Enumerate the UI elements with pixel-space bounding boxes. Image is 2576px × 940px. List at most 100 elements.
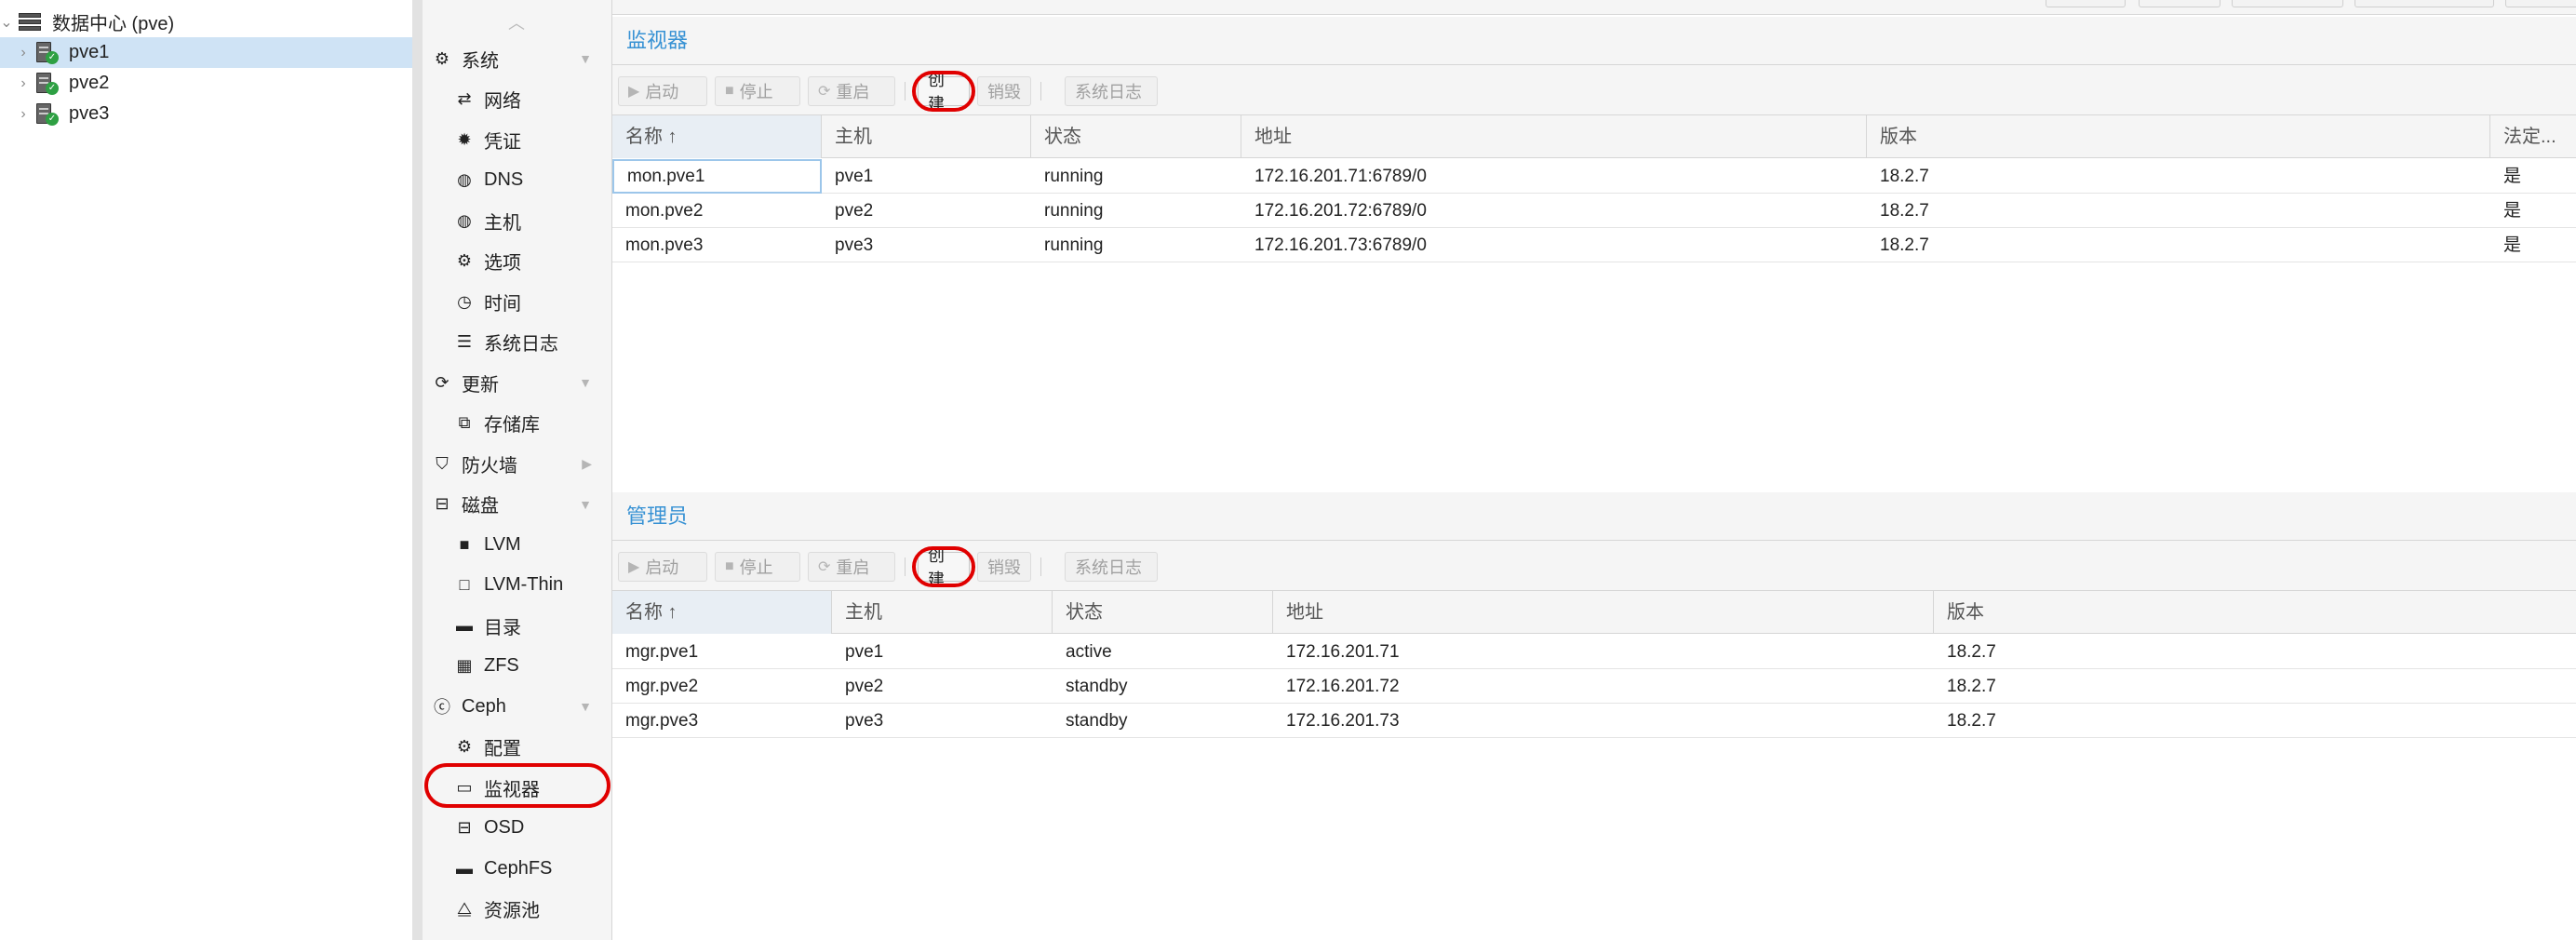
nav-item-lvm[interactable]: ■ LVM — [423, 526, 612, 563]
column-header-version[interactable]: 版本 — [1934, 591, 2576, 634]
header-button[interactable] — [2139, 0, 2220, 7]
nav-item-zfs[interactable]: ▦ ZFS — [423, 648, 612, 685]
nav-item-pools[interactable]: ⧋ 资源池 — [423, 891, 612, 928]
tree-node-label: pve1 — [69, 42, 110, 62]
expand-icon[interactable]: › — [17, 106, 30, 123]
table-row[interactable]: mon.pve1 pve1 running 172.16.201.71:6789/0 1… — [612, 159, 2576, 194]
shield-icon: ⛉ — [436, 453, 449, 473]
nav-item-time[interactable]: ◷ 时间 — [423, 283, 612, 320]
table-row[interactable]: mgr.pve3 pve3 standby 172.16.201.73 18.2.7 — [612, 704, 2576, 738]
nav-item-label: 监视器 — [484, 779, 540, 800]
caret-down-icon[interactable]: ▼ — [579, 699, 592, 714]
start-button[interactable]: ▶ 启动 — [618, 552, 707, 582]
tree-node-pve1[interactable]: › ✓ pve1 — [0, 37, 412, 68]
caret-down-icon[interactable]: ▼ — [579, 375, 592, 390]
syslog-button[interactable]: 系统日志 — [1065, 552, 1158, 582]
tree-node-pve2[interactable]: › ✓ pve2 — [0, 68, 412, 99]
column-header-host[interactable]: 主机 — [822, 115, 1031, 158]
tree-datacenter[interactable]: ⌄ 数据中心 (pve) — [0, 7, 412, 37]
panel-splitter[interactable] — [412, 0, 423, 940]
table-cell: active — [1066, 642, 1112, 662]
column-header-host[interactable]: 主机 — [832, 591, 1053, 634]
expand-icon[interactable]: › — [17, 45, 30, 61]
certificate-icon: ✹ — [457, 129, 472, 149]
desktop-icon: ▭ — [456, 777, 473, 797]
syslog-button[interactable]: 系统日志 — [1065, 76, 1158, 106]
collapse-icon[interactable]: ⌄ — [0, 13, 13, 32]
nav-item-dns[interactable]: ◍ DNS — [423, 162, 612, 199]
column-header-name[interactable]: 名称 ↑ — [612, 115, 822, 158]
nav-item-label: 资源池 — [484, 901, 540, 921]
table-row[interactable]: mon.pve3 pve3 running 172.16.201.73:6789/0 1… — [612, 228, 2576, 262]
column-header-version[interactable]: 版本 — [1867, 115, 2490, 158]
sitemap-icon: ⧋ — [456, 899, 473, 918]
nav-item-hosts[interactable]: ◍ 主机 — [423, 202, 612, 239]
header-button[interactable] — [2232, 0, 2343, 7]
caret-right-icon[interactable]: ▶ — [582, 456, 592, 472]
table-cell: 18.2.7 — [1880, 167, 1929, 186]
table-row[interactable]: mgr.pve2 pve2 standby 172.16.201.72 18.2.7 — [612, 669, 2576, 704]
monitor-panel-title: 监视器 — [612, 17, 2576, 65]
header-button[interactable] — [2505, 0, 2576, 7]
nav-item-options[interactable]: ⚙ 选项 — [423, 243, 612, 280]
nav-item-directory[interactable]: ▬ 目录 — [423, 607, 612, 644]
column-header-address[interactable]: 地址 — [1273, 591, 1934, 634]
column-header-address[interactable]: 地址 — [1241, 115, 1867, 158]
nav-item-repositories[interactable]: ⧉ 存储库 — [423, 405, 612, 442]
column-header-status[interactable]: 状态 — [1053, 591, 1273, 634]
scroll-up-icon[interactable]: ︿ — [506, 15, 527, 32]
column-header-name[interactable]: 名称 ↑ — [612, 591, 832, 634]
destroy-button[interactable]: 销毁 — [977, 552, 1031, 582]
nav-item-label: ZFS — [484, 655, 519, 676]
nav-item-label: DNS — [484, 169, 524, 190]
caret-down-icon[interactable]: ▼ — [579, 51, 592, 66]
nav-item-label: Ceph — [462, 695, 506, 717]
nav-item-firewall[interactable]: ⛉ 防火墙 ▶ — [423, 445, 612, 482]
nav-item-network[interactable]: ⇄ 网络 — [423, 81, 612, 118]
nav-item-syslog[interactable]: ☰ 系统日志 — [423, 324, 612, 361]
column-header-status[interactable]: 状态 — [1031, 115, 1241, 158]
create-monitor-button[interactable]: 创建 — [918, 71, 970, 114]
stop-button[interactable]: ■ 停止 — [715, 552, 800, 582]
restart-button[interactable]: ⟳ 重启 — [808, 552, 895, 582]
nav-item-certificates[interactable]: ✹ 凭证 — [423, 121, 612, 158]
clock-icon: ◷ — [457, 291, 472, 311]
nav-item-system[interactable]: ⚙ 系统 ▼ — [423, 40, 612, 77]
header-button[interactable] — [2355, 0, 2494, 7]
expand-icon[interactable]: › — [17, 75, 30, 92]
column-header-quorum[interactable]: 法定... — [2490, 115, 2576, 158]
folder-icon: ▬ — [456, 858, 473, 878]
destroy-button[interactable]: 销毁 — [977, 76, 1031, 106]
nav-item-disks[interactable]: ⊟ 磁盘 ▼ — [423, 486, 612, 523]
table-row[interactable]: mon.pve2 pve2 running 172.16.201.72:6789/0 1… — [612, 194, 2576, 228]
gear-icon: ⚙ — [456, 251, 473, 270]
restart-button[interactable]: ⟳ 重启 — [808, 76, 895, 106]
caret-down-icon[interactable]: ▼ — [579, 497, 592, 512]
table-cell: running — [1044, 201, 1104, 221]
ceph-icon: ⓒ — [434, 698, 450, 717]
table-cell: mgr.pve3 — [625, 711, 699, 731]
create-manager-button[interactable]: 创建 — [918, 546, 970, 589]
header-button[interactable] — [2046, 0, 2126, 7]
nav-item-label: 目录 — [484, 617, 521, 638]
nav-item-cephfs[interactable]: ▬ CephFS — [423, 850, 612, 887]
monitor-toolbar: ▶ 启动 ■ 停止 ⟳ 重启 创建 销毁 系统日志 — [612, 65, 2576, 115]
refresh-icon: ⟳ — [435, 372, 449, 392]
nav-item-osd[interactable]: ⊟ OSD — [423, 810, 612, 847]
nav-item-updates[interactable]: ⟳ 更新 ▼ — [423, 364, 612, 401]
nav-item-lvmthin[interactable]: □ LVM-Thin — [423, 567, 612, 604]
table-cell: 172.16.201.72 — [1286, 677, 1400, 696]
nav-item-ceph[interactable]: ⓒ Ceph ▼ — [423, 688, 612, 725]
table-row[interactable]: mgr.pve1 pve1 active 172.16.201.71 18.2.7 — [612, 635, 2576, 669]
tree-node-pve3[interactable]: › ✓ pve3 — [0, 99, 412, 129]
table-cell: mgr.pve2 — [625, 677, 699, 696]
nav-item-label: 选项 — [484, 253, 521, 274]
tree-node-label: pve3 — [69, 103, 110, 124]
stop-button[interactable]: ■ 停止 — [715, 76, 800, 106]
nav-item-label: 配置 — [484, 739, 521, 759]
start-button[interactable]: ▶ 启动 — [618, 76, 707, 106]
nav-item-label: 凭证 — [484, 131, 521, 153]
play-icon: ▶ — [628, 84, 640, 100]
nav-item-monitor[interactable]: ▭ 监视器 — [423, 769, 612, 806]
nav-item-config[interactable]: ⚙ 配置 — [423, 729, 612, 766]
